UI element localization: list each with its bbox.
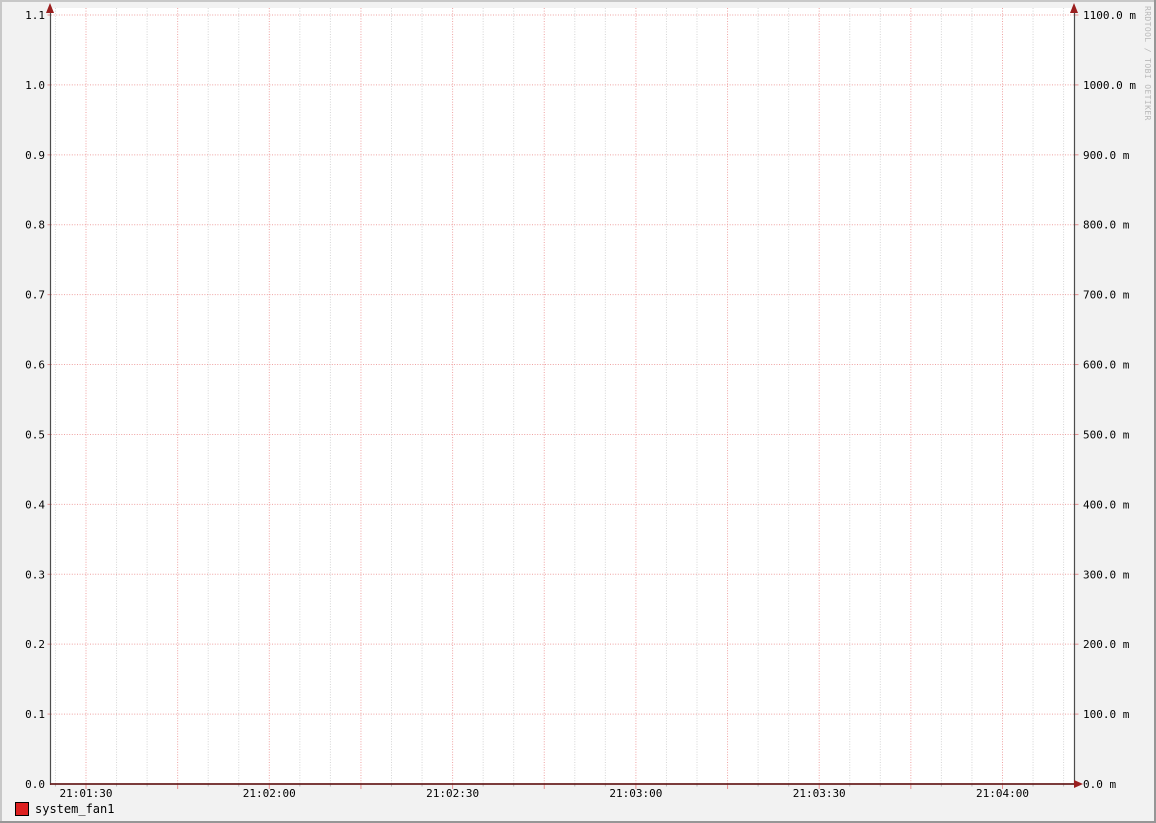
y-axis-tick-label: 0.4	[25, 498, 45, 511]
x-axis-tick-label: 21:02:30	[426, 787, 479, 800]
legend-color-swatch	[15, 802, 29, 816]
chart-canvas: 0.0 0.0 m 0.1 100.0 m 0.2 200.0 m 0.3 300.0 m 0.…	[0, 0, 1156, 823]
y-axis-tick-label: 0.3	[25, 568, 45, 581]
x-axis-tick-label: 21:04:00	[976, 787, 1029, 800]
y-axis-tick-label: 0.9	[25, 149, 45, 162]
frame-left	[0, 0, 2, 823]
plot-area	[51, 8, 1075, 784]
right-axis-tick-label: 0.0 m	[1083, 778, 1116, 791]
y-axis-tick-label: 0.6	[25, 359, 45, 372]
legend-series-label: system_fan1	[35, 802, 115, 816]
right-axis-tick-label: 300.0 m	[1083, 568, 1130, 581]
right-axis-tick-label: 200.0 m	[1083, 638, 1130, 651]
right-axis-tick-label: 600.0 m	[1083, 359, 1130, 372]
chart-legend: system_fan1	[15, 802, 114, 816]
y-axis-tick-label: 0.2	[25, 638, 45, 651]
y-axis-tick-label: 1.0	[25, 79, 45, 92]
right-axis-tick-label: 100.0 m	[1083, 708, 1130, 721]
y-axis-tick-label: 0.1	[25, 708, 45, 721]
x-axis-tick-label: 21:01:30	[60, 787, 113, 800]
right-axis-tick-label: 500.0 m	[1083, 428, 1130, 441]
right-axis-tick-label: 1100.0 m	[1083, 9, 1136, 22]
y-axis-tick-label: 0.7	[25, 289, 45, 302]
right-axis-tick-label: 400.0 m	[1083, 498, 1130, 511]
frame-top	[0, 0, 1156, 2]
right-axis-tick-label: 900.0 m	[1083, 149, 1130, 162]
rrdtool-watermark: RRDTOOL / TOBI OETIKER	[1143, 6, 1152, 121]
x-axis-tick-label: 21:03:30	[793, 787, 846, 800]
right-axis-tick-label: 700.0 m	[1083, 289, 1130, 302]
y-axis-tick-label: 0.5	[25, 428, 45, 441]
y-axis-tick-label: 0.0	[25, 778, 45, 791]
x-axis-tick-label: 21:03:00	[609, 787, 662, 800]
right-axis-tick-label: 800.0 m	[1083, 219, 1130, 232]
y-axis-tick-label: 0.8	[25, 219, 45, 232]
y-axis-tick-label: 1.1	[25, 9, 45, 22]
rrd-graph: 0.0 0.0 m 0.1 100.0 m 0.2 200.0 m 0.3 300.0 m 0.…	[0, 0, 1156, 823]
x-axis-tick-label: 21:02:00	[243, 787, 296, 800]
right-axis-tick-label: 1000.0 m	[1083, 79, 1136, 92]
